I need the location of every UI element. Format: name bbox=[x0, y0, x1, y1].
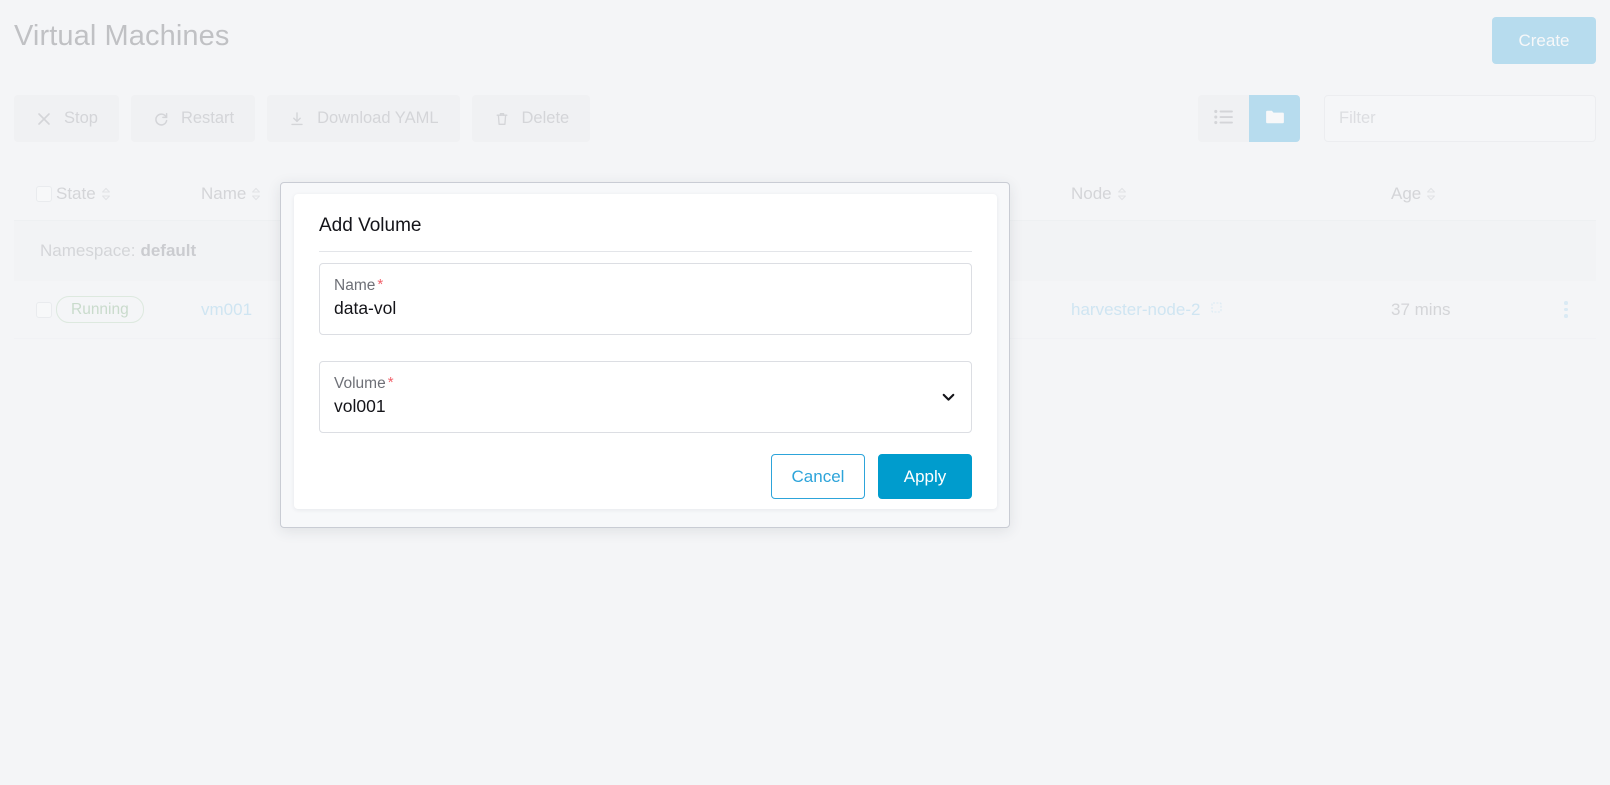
required-asterisk: * bbox=[387, 374, 394, 391]
create-button-label: Create bbox=[1518, 30, 1570, 50]
create-button[interactable]: Create bbox=[1492, 17, 1596, 64]
name-field-label: Name * bbox=[334, 276, 383, 295]
name-field[interactable]: Name * bbox=[319, 263, 972, 335]
cancel-button[interactable]: Cancel bbox=[771, 454, 865, 499]
status-badge: Running bbox=[56, 296, 144, 323]
column-header-name-label: Name bbox=[201, 184, 247, 203]
column-header-age[interactable]: Age bbox=[1391, 184, 1536, 204]
delete-button-label: Delete bbox=[521, 109, 570, 127]
apply-button-label: Apply bbox=[903, 466, 947, 486]
view-toggle-list[interactable] bbox=[1198, 95, 1249, 142]
row-actions-menu-icon[interactable] bbox=[1536, 301, 1596, 318]
select-all-checkbox[interactable] bbox=[36, 186, 52, 202]
sort-icon bbox=[1117, 187, 1128, 202]
cell-age: 37 mins bbox=[1391, 299, 1451, 319]
select-all-cell bbox=[14, 186, 56, 202]
column-header-state-label: State bbox=[56, 184, 96, 203]
name-input[interactable] bbox=[334, 298, 925, 319]
folder-group-view-icon bbox=[1265, 109, 1285, 128]
column-header-state[interactable]: State bbox=[56, 184, 201, 204]
vm-name-link[interactable]: vm001 bbox=[201, 300, 252, 319]
modal-title: Add Volume bbox=[319, 215, 422, 236]
apply-button[interactable]: Apply bbox=[878, 454, 972, 499]
copy-icon[interactable] bbox=[1211, 301, 1225, 316]
search-input[interactable] bbox=[1324, 95, 1596, 142]
add-volume-modal-container: Add Volume Name* Volume* vol001 Cancel bbox=[280, 182, 1010, 528]
modal-actions: Cancel Apply bbox=[771, 454, 972, 499]
modal-title-divider bbox=[319, 251, 972, 252]
volume-field-label-text: Volume bbox=[334, 375, 386, 392]
namespace-group-prefix: Namespace: bbox=[40, 241, 136, 260]
restart-button[interactable]: Restart bbox=[130, 95, 256, 142]
close-icon bbox=[35, 110, 53, 128]
node-link[interactable]: harvester-node-2 bbox=[1071, 300, 1200, 319]
page-title: Virtual Machines bbox=[14, 20, 230, 52]
download-icon bbox=[288, 110, 306, 128]
row-select-cell bbox=[14, 301, 56, 318]
cell-node: harvester-node-2 bbox=[1071, 300, 1391, 320]
add-volume-modal: Add Volume Name* Volume* vol001 Cancel bbox=[294, 194, 997, 509]
view-toggle bbox=[1198, 95, 1300, 142]
download-yaml-button-label: Download YAML bbox=[317, 109, 439, 127]
cell-actions bbox=[1536, 301, 1596, 318]
volume-select-value[interactable]: vol001 bbox=[334, 396, 925, 417]
action-toolbar: Stop Restart Download YAML Delete bbox=[14, 95, 591, 142]
delete-button[interactable]: Delete bbox=[471, 95, 591, 142]
chevron-down-icon[interactable] bbox=[940, 389, 957, 406]
trash-icon bbox=[493, 110, 511, 128]
cell-state: Running bbox=[56, 296, 201, 323]
restart-button-label: Restart bbox=[180, 109, 235, 127]
sort-icon bbox=[1426, 187, 1437, 202]
column-header-node-label: Node bbox=[1071, 184, 1112, 203]
stop-button[interactable]: Stop bbox=[14, 95, 119, 142]
sort-icon bbox=[251, 187, 262, 202]
name-field-label-text: Name bbox=[334, 277, 376, 294]
required-asterisk: * bbox=[377, 276, 384, 293]
refresh-icon bbox=[152, 110, 170, 128]
column-header-age-label: Age bbox=[1391, 184, 1422, 203]
volume-field[interactable]: Volume * vol001 bbox=[319, 361, 972, 433]
download-yaml-button[interactable]: Download YAML bbox=[267, 95, 460, 142]
column-header-node[interactable]: Node bbox=[1071, 184, 1391, 204]
stop-button-label: Stop bbox=[64, 109, 98, 127]
view-toggle-group[interactable] bbox=[1249, 95, 1300, 142]
list-view-icon bbox=[1213, 109, 1234, 128]
cancel-button-label: Cancel bbox=[791, 466, 845, 486]
volume-field-label: Volume * bbox=[334, 374, 394, 393]
row-checkbox[interactable] bbox=[36, 301, 52, 318]
namespace-group-value: default bbox=[140, 241, 197, 260]
sort-icon bbox=[101, 187, 112, 202]
